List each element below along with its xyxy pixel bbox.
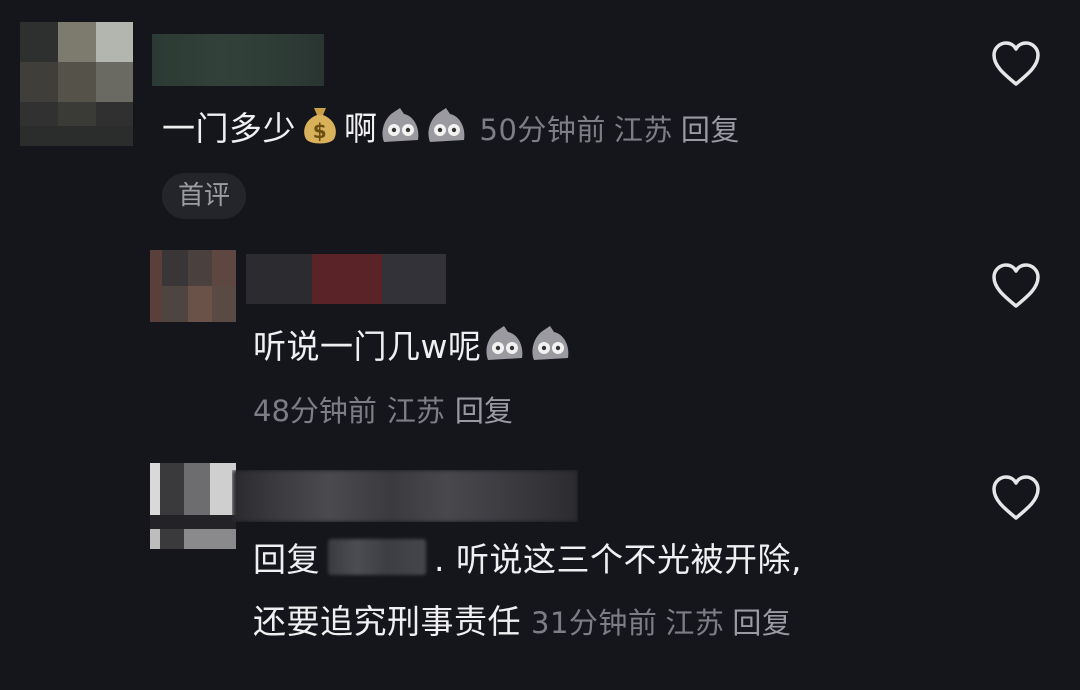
reply-prefix: 回复 xyxy=(253,540,320,579)
doge-emoji xyxy=(427,108,464,142)
username[interactable] xyxy=(246,254,446,304)
username[interactable] xyxy=(152,34,324,86)
doge-emoji xyxy=(381,108,418,142)
comment-body: 还要追究刑事责任 xyxy=(253,602,521,641)
mention-username[interactable] xyxy=(328,539,426,575)
doge-emoji xyxy=(531,326,568,360)
comment-body: . 听说这三个不光被开除, xyxy=(434,540,802,579)
like-heart-icon[interactable] xyxy=(990,474,1042,522)
comment-text-line2: 还要追究刑事责任 31分钟前 江苏 回复 xyxy=(253,600,799,645)
comment-text: 听说一门几w呢 xyxy=(253,324,574,369)
svg-text:$: $ xyxy=(313,119,327,143)
comment-text: 一门多少 $ 啊 50分钟前 江苏 回复 xyxy=(162,104,748,152)
comment-meta: 48分钟前 江苏 回复 xyxy=(253,388,523,430)
avatar[interactable] xyxy=(150,250,236,322)
comment-time: 50分钟前 xyxy=(479,113,606,147)
money-bag-emoji: $ xyxy=(304,108,336,144)
comment-meta: 50分钟前 江苏 回复 xyxy=(480,113,748,147)
avatar[interactable] xyxy=(150,463,236,549)
first-comment-badge: 首评 xyxy=(162,173,247,219)
reply-button[interactable]: 回复 xyxy=(681,113,740,147)
doge-emoji xyxy=(485,326,522,360)
username[interactable] xyxy=(232,470,578,522)
comment-body: 听说一门几w呢 xyxy=(253,327,482,366)
comment-body-suffix: 啊 xyxy=(344,109,378,148)
comment-meta: 31分钟前 江苏 回复 xyxy=(531,606,799,640)
reply-button[interactable]: 回复 xyxy=(732,606,791,640)
comment-location: 江苏 xyxy=(613,113,673,147)
like-heart-icon[interactable] xyxy=(990,262,1042,310)
comment-time: 48分钟前 xyxy=(253,394,377,428)
reply-button[interactable]: 回复 xyxy=(455,394,513,428)
like-heart-icon[interactable] xyxy=(990,40,1042,88)
comment-time: 31分钟前 xyxy=(531,606,658,640)
comment-body: 一门多少 xyxy=(162,109,296,148)
comment-text: 回复 . 听说这三个不光被开除, xyxy=(253,538,802,582)
avatar[interactable] xyxy=(20,22,133,146)
comment-location: 江苏 xyxy=(665,606,725,640)
comment-location: 江苏 xyxy=(386,394,445,428)
